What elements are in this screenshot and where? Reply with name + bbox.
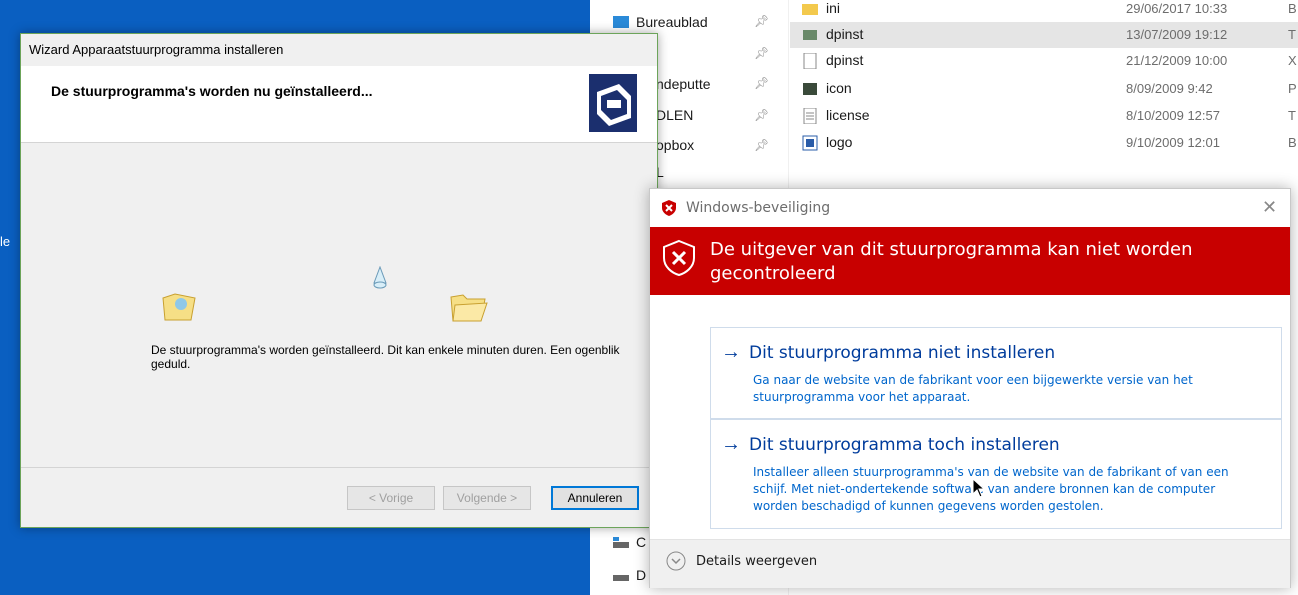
wizard-body: De stuurprogramma's worden geïnstalleerd…	[21, 143, 657, 468]
arrow-right-icon: →	[721, 433, 741, 455]
file-row[interactable]: icon 8/09/2009 9:42 P	[790, 76, 1298, 102]
file-row[interactable]: logo 9/10/2009 12:01 B	[790, 130, 1298, 156]
desktop-folder-icon	[613, 16, 629, 28]
shield-error-icon	[663, 239, 695, 277]
dialog-titlebar: Windows-beveiliging ✕	[650, 189, 1290, 227]
file-row[interactable]: dpinst 21/12/2009 10:00 X	[790, 48, 1298, 74]
pin-icon[interactable]: 📌︎	[754, 138, 769, 152]
hardware-install-icon	[589, 74, 637, 132]
image-icon	[803, 83, 817, 95]
file-list: ini 29/06/2017 10:33 B dpinst 13/07/2009…	[790, 0, 1298, 180]
option-description: Installeer alleen stuurprogramma's van d…	[753, 465, 1229, 513]
wizard-heading: De stuurprogramma's worden nu geïnstalle…	[51, 83, 373, 99]
bitmap-icon	[802, 135, 818, 151]
option-title: Dit stuurprogramma niet installeren	[749, 343, 1056, 363]
window-title: Wizard Apparaatstuurprogramma installere…	[29, 42, 284, 57]
mouse-cursor-icon	[972, 478, 986, 498]
nav-item-downloads[interactable]: DLEN	[656, 103, 693, 127]
drive-icon	[613, 537, 629, 548]
nav-item-dropbox[interactable]: opbox	[656, 133, 694, 157]
next-button[interactable]: Volgende >	[443, 486, 531, 510]
chevron-down-icon[interactable]	[666, 551, 686, 571]
arrow-right-icon: →	[721, 341, 741, 363]
windows-security-dialog: Windows-beveiliging ✕ De uitgever van di…	[649, 188, 1291, 588]
pin-icon[interactable]: 📌︎	[754, 76, 769, 90]
details-toggle[interactable]: Details weergeven	[696, 554, 817, 569]
back-button[interactable]: < Vorige	[347, 486, 435, 510]
warning-banner: De uitgever van dit stuurprogramma kan n…	[650, 227, 1290, 295]
file-row[interactable]: ini 29/06/2017 10:33 B	[790, 0, 1298, 22]
dialog-title: Windows-beveiliging	[686, 200, 831, 216]
pin-icon[interactable]: 📌︎	[754, 14, 769, 28]
file-row[interactable]: dpinst 13/07/2009 19:12 T	[790, 22, 1298, 48]
driver-install-wizard: Wizard Apparaatstuurprogramma installere…	[20, 33, 658, 528]
drive-icon	[613, 575, 629, 581]
install-anyway-option[interactable]: → Dit stuurprogramma toch installeren In…	[710, 419, 1282, 529]
folder-icon	[802, 4, 818, 15]
desktop-icon-label[interactable]: le	[0, 234, 10, 249]
option-title: Dit stuurprogramma toch installeren	[749, 435, 1060, 455]
document-icon	[803, 53, 817, 69]
flying-file-icon	[373, 266, 387, 289]
pin-icon[interactable]: 📌︎	[754, 46, 769, 60]
wizard-header: De stuurprogramma's worden nu geïnstalle…	[21, 66, 657, 143]
nav-item-drive-c[interactable]: C	[612, 530, 646, 554]
wizard-progress-message: De stuurprogramma's worden geïnstalleerd…	[151, 343, 620, 371]
text-file-icon	[803, 108, 817, 124]
warning-message: De uitgever van dit stuurprogramma kan n…	[710, 239, 1193, 284]
source-folder-icon	[162, 293, 196, 321]
file-row[interactable]: license 8/10/2009 12:57 T	[790, 103, 1298, 129]
pin-icon[interactable]: 📌︎	[754, 108, 769, 122]
nav-item-desktop[interactable]: Bureaublad	[612, 10, 708, 34]
nav-item-user[interactable]: ndeputte	[656, 72, 711, 96]
security-shield-icon	[662, 200, 676, 216]
option-description: Ga naar de website van de fabrikant voor…	[753, 373, 1193, 404]
application-icon	[803, 30, 817, 40]
wizard-separator	[21, 467, 657, 468]
cancel-button[interactable]: Annuleren	[551, 486, 639, 510]
close-icon[interactable]: ✕	[1262, 197, 1277, 218]
do-not-install-option[interactable]: → Dit stuurprogramma niet installeren Ga…	[710, 327, 1282, 419]
destination-folder-icon	[450, 294, 488, 322]
nav-item-drive-d[interactable]: D	[612, 563, 646, 587]
dialog-footer: Details weergeven	[650, 539, 1290, 588]
